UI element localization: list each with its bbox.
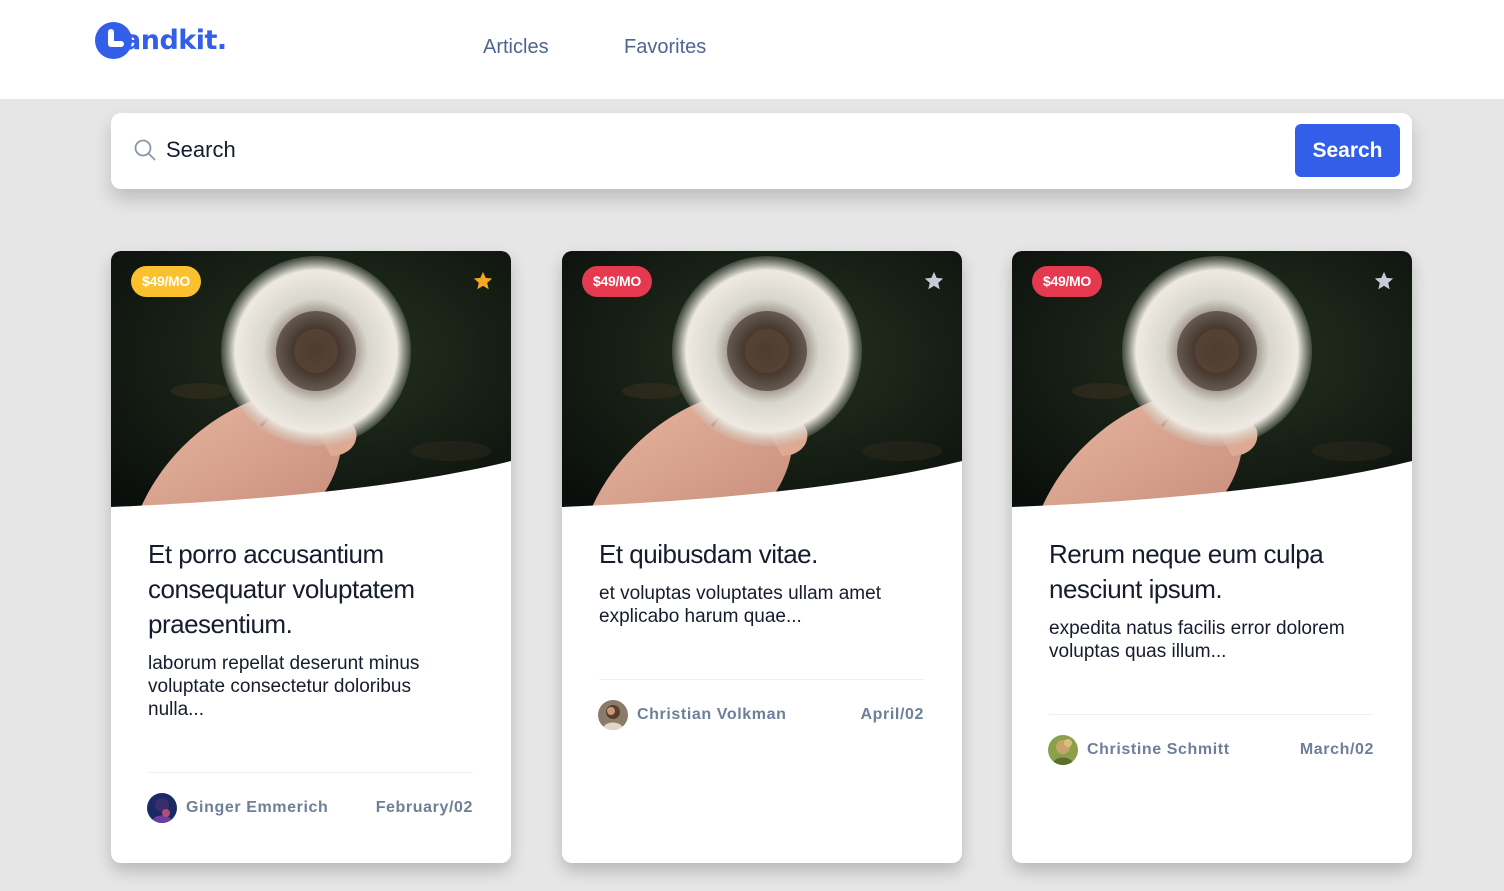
card-description: laborum repellat deserunt minus voluptat… [148, 653, 420, 720]
author-avatar [598, 700, 628, 730]
article-card[interactable]: $49/MO Rerum neque eum culpa nesciunt ip… [1012, 251, 1412, 863]
author-name: Ginger Emmerich [186, 799, 329, 816]
price-badge: $49/MO [131, 266, 201, 297]
price-badge: $49/MO [582, 266, 652, 297]
card-title[interactable]: Et quibusdam vitae. [599, 537, 929, 572]
search-button[interactable]: Search [1295, 124, 1400, 177]
star-icon[interactable] [923, 270, 945, 292]
card-title[interactable]: Et porro accusantium consequatur volupta… [148, 537, 478, 642]
card-divider [599, 679, 924, 680]
price-badge: $49/MO [1032, 266, 1102, 297]
star-icon[interactable] [1373, 270, 1395, 292]
search-icon [134, 139, 156, 161]
card-description: expedita natus facilis error dolorem vol… [1049, 618, 1345, 662]
brand-logo[interactable]: andkit. [95, 20, 227, 60]
search-input[interactable] [160, 128, 1280, 172]
article-card[interactable]: $49/MO Et quibusdam vitae. et voluptas v… [562, 251, 962, 863]
card-divider [1049, 714, 1374, 715]
star-icon[interactable] [472, 270, 494, 292]
card-title[interactable]: Rerum neque eum culpa nesciunt ipsum. [1049, 537, 1379, 607]
logo-text: andkit. [123, 24, 227, 56]
author-name: Christian Volkman [637, 706, 787, 723]
author-avatar [147, 793, 177, 823]
article-card[interactable]: $49/MO Et porro accusantium consequatur … [111, 251, 511, 863]
author-name: Christine Schmitt [1087, 741, 1230, 758]
post-date: March/02 [1299, 741, 1374, 758]
card-description: et voluptas voluptates ullam amet explic… [599, 583, 881, 627]
author-avatar [1048, 735, 1078, 765]
card-divider [148, 772, 473, 773]
post-date: April/02 [860, 706, 924, 723]
top-navbar: andkit. Articles Favorites [0, 0, 1504, 99]
post-date: February/02 [375, 799, 473, 816]
nav-favorites-link[interactable]: Favorites [624, 36, 706, 59]
nav-articles-link[interactable]: Articles [483, 36, 549, 59]
